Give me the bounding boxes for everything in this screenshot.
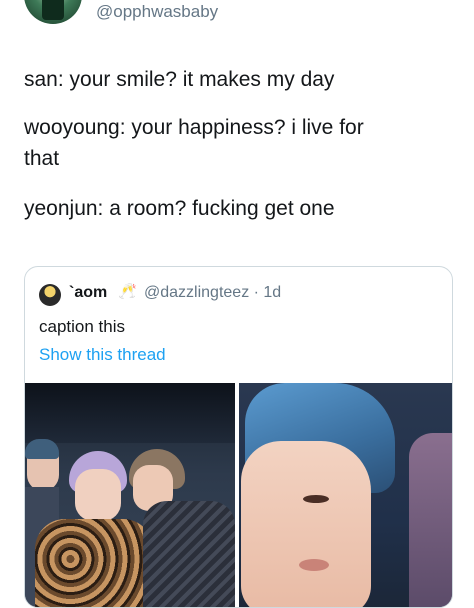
tweet-text-line: yeonjun: a room? fucking get one	[24, 197, 335, 220]
quoted-tweet-card[interactable]: `aom 🥂 @dazzlingteez · 1d caption this S…	[24, 266, 453, 608]
person-center-face	[75, 469, 121, 521]
quoted-caption: caption this	[39, 317, 125, 336]
stage-light	[25, 383, 235, 443]
tweet-text-line: that	[24, 147, 60, 170]
closeup-face	[241, 441, 371, 607]
champagne-emoji-icon: 🥂	[118, 283, 137, 300]
quoted-author-meta: @dazzlingteez · 1d	[144, 284, 282, 301]
tweet-text-line: san: your smile? it makes my day	[24, 68, 335, 91]
avatar-figure	[42, 0, 64, 20]
person-left-hair	[25, 439, 59, 459]
closeup-lips	[299, 559, 329, 571]
show-thread-link[interactable]: Show this thread	[39, 345, 166, 365]
quoted-photo-right[interactable]	[239, 383, 452, 607]
quoted-author-avatar[interactable]	[39, 284, 61, 306]
profile-avatar[interactable]	[24, 0, 82, 24]
person-center-jacket	[35, 519, 153, 607]
quoted-author-name[interactable]: `aom	[69, 284, 107, 302]
background-person	[409, 433, 452, 607]
closeup-eye	[303, 495, 329, 503]
tweet-text-line: wooyoung: your happiness? i live for	[24, 116, 364, 139]
quoted-photo-left[interactable]	[25, 383, 235, 607]
author-handle[interactable]: @opphwasbaby	[96, 2, 218, 22]
